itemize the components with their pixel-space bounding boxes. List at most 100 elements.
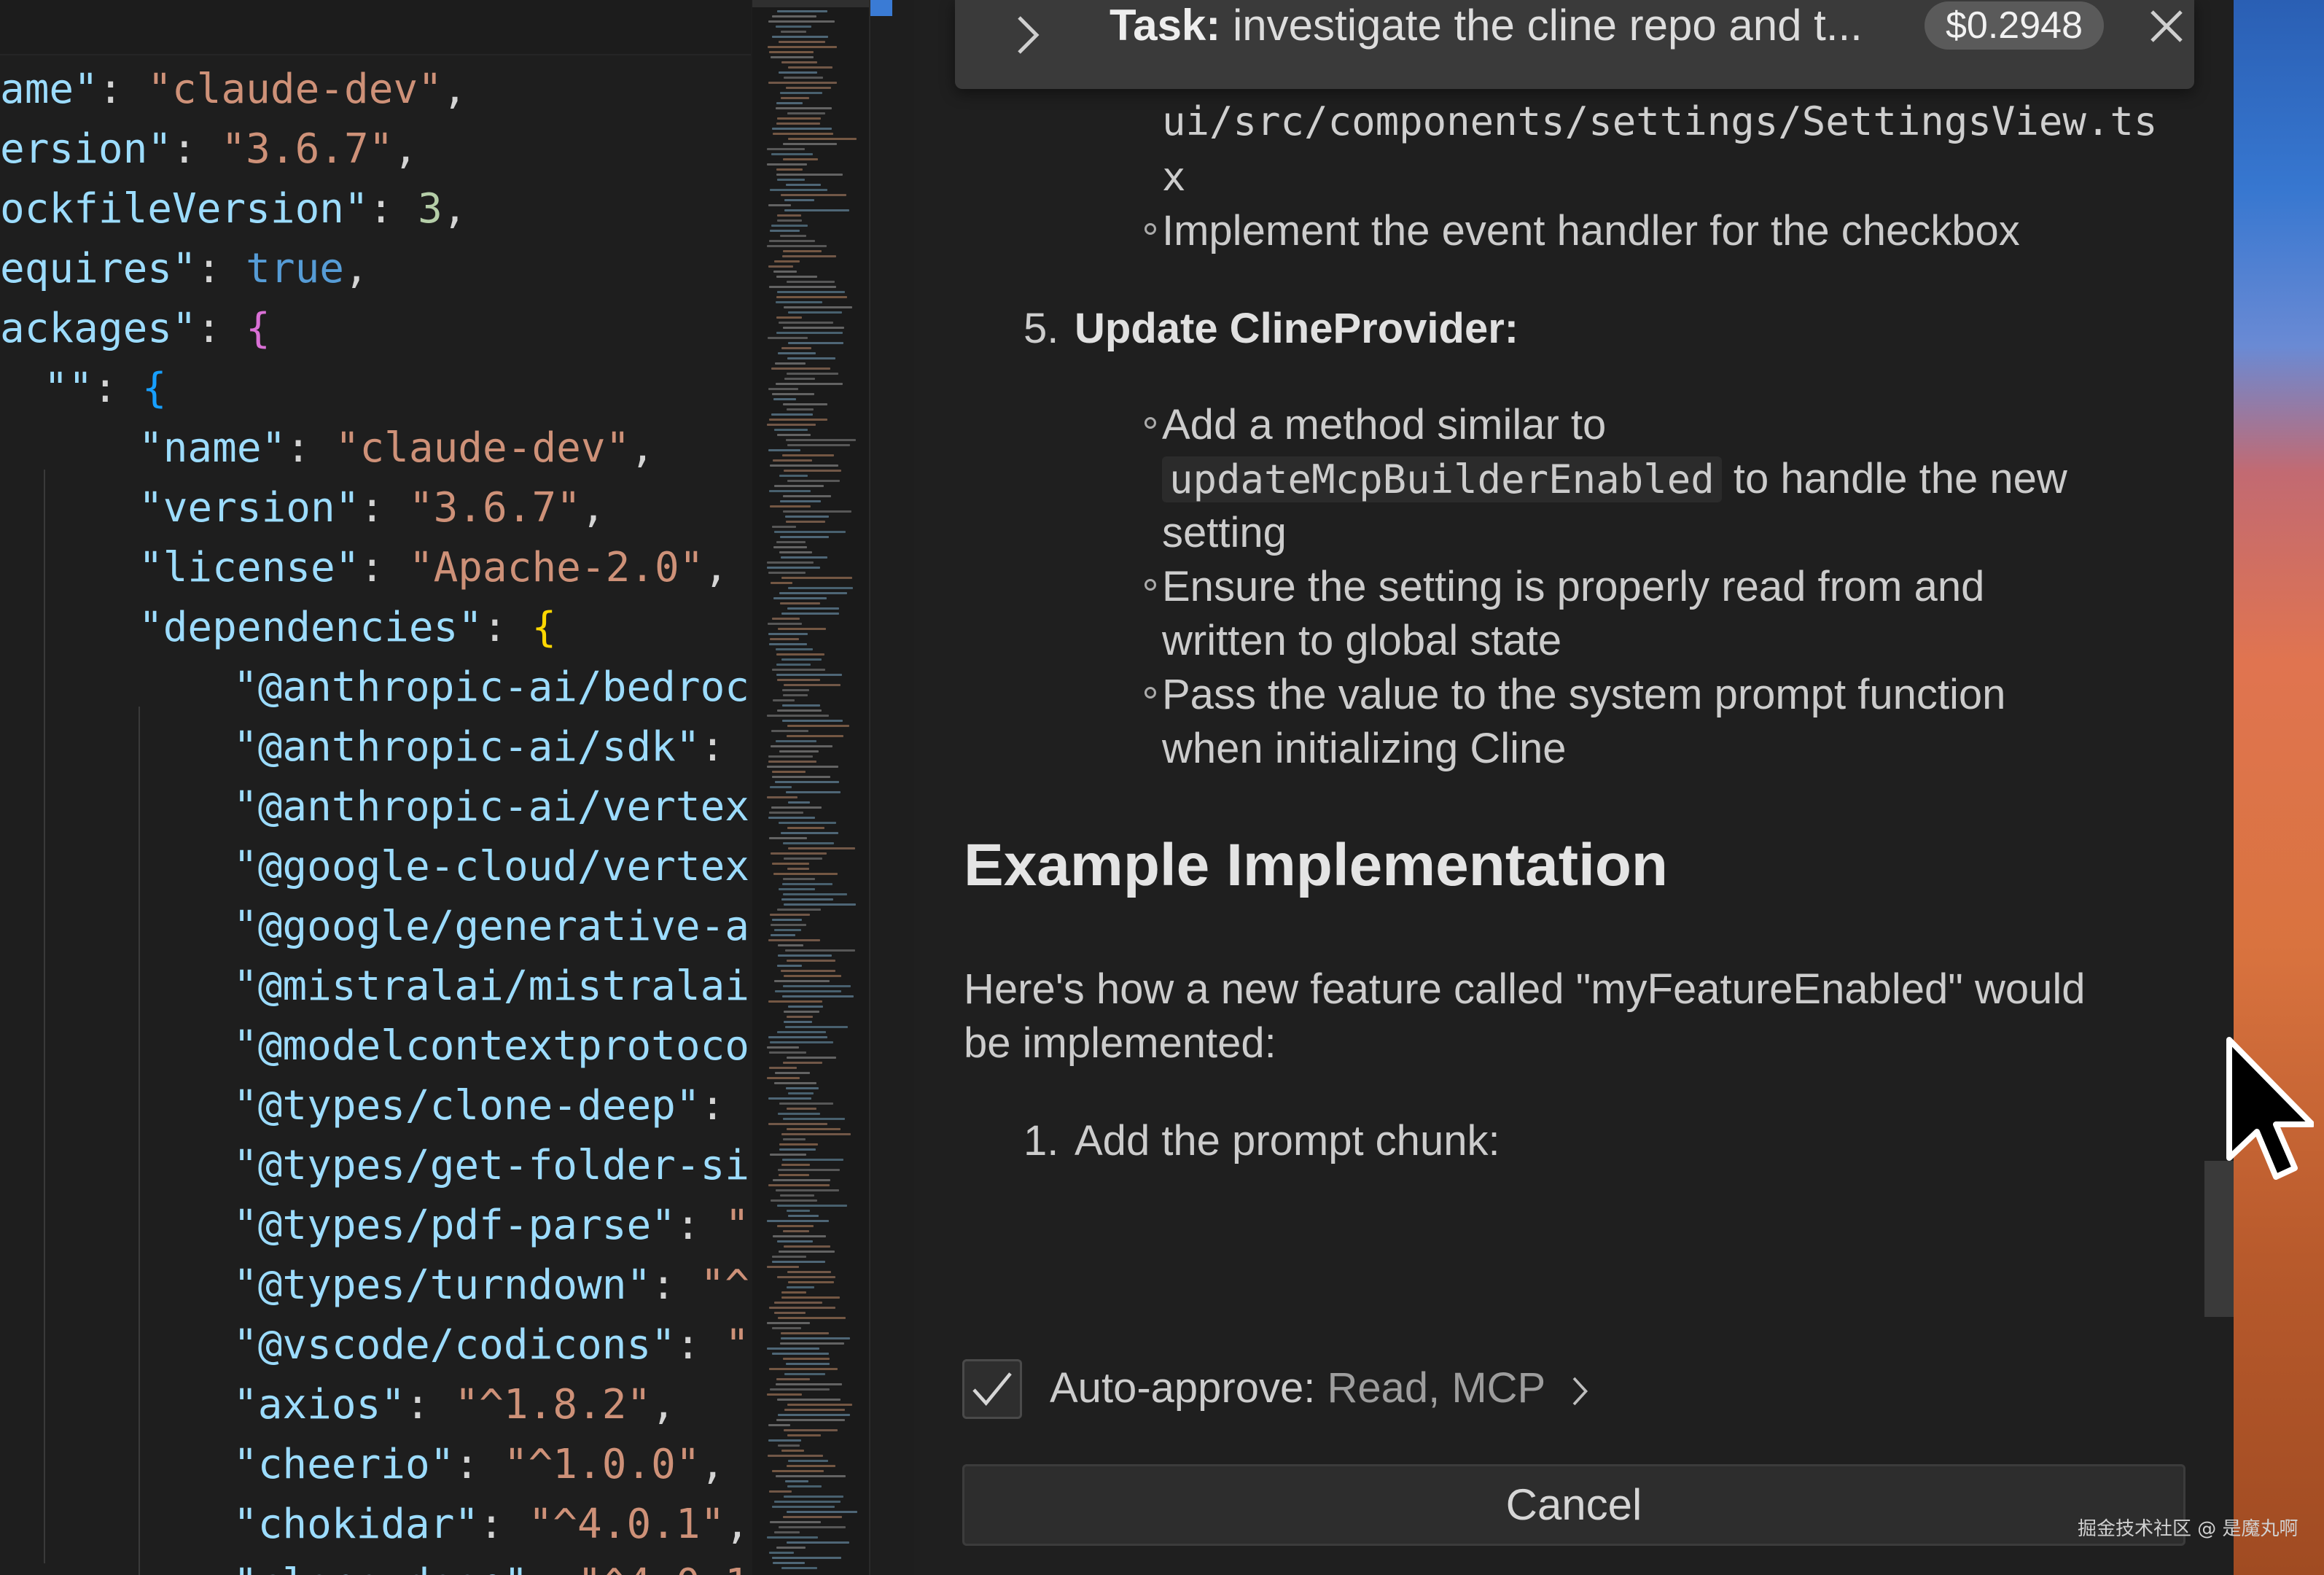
minimap-line	[773, 546, 807, 548]
minimap-line	[786, 184, 821, 186]
minimap-line	[787, 1210, 810, 1212]
minimap-line	[776, 122, 820, 125]
minimap-line	[781, 1291, 806, 1294]
minimap-line	[787, 735, 843, 737]
minimap-line	[768, 388, 798, 390]
code-line: ackages": {	[0, 305, 270, 352]
minimap-line	[786, 521, 825, 523]
minimap-line	[776, 301, 822, 303]
minimap-slider[interactable]	[752, 0, 869, 7]
code-line: "version": "3.6.7",	[139, 484, 606, 532]
minimap-line	[787, 868, 809, 870]
minimap-line	[767, 424, 816, 426]
minimap-line	[788, 342, 843, 344]
minimap-line	[769, 812, 803, 814]
minimap-line	[787, 1485, 822, 1488]
minimap-line	[787, 1404, 852, 1406]
minimap-line	[774, 1312, 806, 1314]
minimap-line	[773, 1235, 826, 1237]
minimap-line	[788, 847, 855, 849]
bullet-checkbox-handler: Implement the event handler for the chec…	[1162, 207, 2020, 254]
minimap-line	[770, 638, 799, 640]
minimap-line	[771, 852, 827, 855]
code-editor[interactable]: ame": "claude-dev", ersion": "3.6.7", ockf…	[0, 0, 751, 1575]
minimap-line	[781, 1337, 850, 1339]
minimap-line	[787, 1108, 816, 1110]
minimap-line	[771, 413, 813, 416]
code-line: "@anthropic-ai/bedrock	[233, 664, 751, 711]
minimap-line	[787, 480, 840, 482]
minimap-line	[774, 1302, 822, 1304]
minimap-line	[776, 1419, 845, 1421]
minimap-line	[786, 87, 831, 89]
minimap-line	[769, 1051, 806, 1054]
minimap-line	[784, 975, 841, 977]
minimap-line	[767, 245, 827, 247]
minimap-line	[778, 1414, 850, 1416]
code-line: "@anthropic-ai/vertex-	[233, 783, 751, 831]
minimap-line	[783, 893, 847, 895]
minimap-line	[777, 1240, 813, 1242]
minimap-line	[767, 1220, 829, 1222]
minimap-line	[779, 1143, 818, 1146]
minimap-line	[780, 500, 821, 502]
minimap-line	[768, 1439, 801, 1442]
minimap-line	[768, 1455, 823, 1457]
minimap-line	[771, 582, 792, 584]
minimap-line	[777, 1399, 841, 1401]
minimap-line	[767, 163, 807, 166]
code-line: "clone-deep": "^4.0.1"	[233, 1555, 751, 1575]
minimap-line	[767, 1077, 800, 1079]
editor-minimap[interactable]	[752, 0, 869, 1575]
minimap-line	[785, 1480, 808, 1482]
minimap-line	[781, 347, 811, 349]
minimap-line	[770, 786, 792, 788]
minimap-line	[783, 403, 827, 405]
cost-badge: $0.2948	[1925, 1, 2104, 50]
minimap-line	[774, 1501, 841, 1503]
code-line: "@google/generative-ai	[233, 903, 751, 950]
minimap-line	[776, 1547, 806, 1549]
close-icon[interactable]	[2146, 6, 2187, 47]
minimap-line	[783, 1516, 842, 1518]
auto-approve-toggle[interactable]: Auto-approve: Read, MCP	[1050, 1361, 1591, 1416]
minimap-line	[784, 903, 856, 906]
minimap-line	[776, 383, 843, 385]
minimap-line	[774, 260, 800, 262]
minimap-line	[779, 71, 817, 74]
minimap-line	[786, 791, 841, 793]
minimap-line	[787, 725, 849, 727]
bullet-icon	[1145, 579, 1156, 591]
minimap-line	[772, 1353, 829, 1355]
minimap-line	[773, 398, 796, 400]
minimap-line	[771, 806, 822, 809]
minimap-line	[782, 1159, 843, 1161]
auto-approve-checkbox[interactable]	[962, 1359, 1022, 1419]
minimap-line	[771, 225, 808, 227]
minimap-line	[772, 1557, 841, 1559]
minimap-line	[769, 419, 827, 421]
minimap-line	[769, 1307, 835, 1309]
cancel-button[interactable]: Cancel	[962, 1464, 2185, 1546]
minimap-line	[788, 311, 842, 314]
settings-view-path-wrap: x	[1162, 154, 1186, 200]
minimap-line	[768, 939, 820, 941]
minimap-line	[772, 36, 828, 38]
minimap-line	[777, 1205, 847, 1207]
mouse-cursor-icon	[2226, 1037, 2314, 1180]
minimap-line	[783, 1138, 806, 1140]
minimap-line	[781, 1450, 804, 1452]
minimap-line	[772, 669, 825, 671]
minimap-line	[775, 990, 841, 992]
minimap-line	[772, 1256, 806, 1258]
chevron-right-icon[interactable]	[1006, 13, 1050, 57]
minimap-line	[788, 1215, 819, 1217]
minimap-line	[787, 408, 814, 411]
minimap-line	[770, 1521, 821, 1523]
minimap-line	[772, 1470, 824, 1472]
minimap-line	[787, 1465, 835, 1467]
task-header[interactable]: Task: investigate the cline repo and t..…	[955, 0, 2194, 89]
panel-divider[interactable]	[869, 0, 914, 1575]
minimap-line	[767, 148, 805, 150]
minimap-line	[768, 337, 808, 339]
